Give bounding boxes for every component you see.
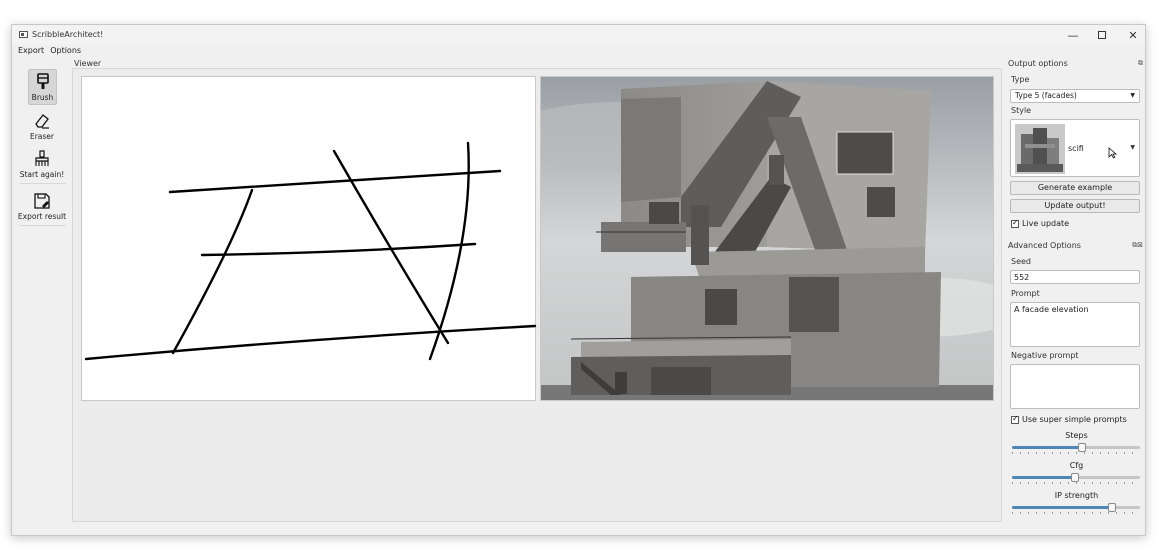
chevron-down-icon: ▼ xyxy=(1130,144,1135,151)
slider-fill xyxy=(1012,506,1112,509)
seed-input[interactable]: 552 xyxy=(1010,270,1140,284)
negative-prompt-textarea[interactable] xyxy=(1010,364,1140,409)
title-bar: ScribbleArchitect! — ✕ xyxy=(12,25,1145,45)
mouse-cursor-icon xyxy=(1108,147,1118,159)
menu-bar: Export Options xyxy=(12,45,1145,57)
generated-output-image xyxy=(540,76,994,401)
steps-label: Steps xyxy=(1065,431,1088,440)
slider-fill xyxy=(1012,476,1075,479)
brush-icon xyxy=(36,73,49,89)
type-select[interactable]: Type 5 (facades) ▼ xyxy=(1010,89,1140,103)
style-label: Style xyxy=(1011,106,1032,115)
stroke-top-horizontal xyxy=(168,169,502,194)
slider-handle[interactable] xyxy=(1070,473,1079,482)
brush-label: Brush xyxy=(31,93,54,102)
menu-options[interactable]: Options xyxy=(50,45,81,57)
toolbar-divider xyxy=(20,225,66,226)
prompt-label: Prompt xyxy=(1011,289,1040,298)
ip-strength-label: IP strength xyxy=(1054,491,1099,500)
drawing-canvas[interactable] xyxy=(81,76,537,401)
simple-prompts-toggle[interactable]: Use super simple prompts xyxy=(1011,414,1127,424)
type-label: Type xyxy=(1011,75,1030,84)
generate-example-button[interactable]: Generate example xyxy=(1010,181,1140,195)
menu-export[interactable]: Export xyxy=(18,45,44,57)
eraser-tool-button[interactable]: Eraser xyxy=(16,109,68,145)
broom-icon xyxy=(35,150,49,166)
export-result-button[interactable]: Export result xyxy=(16,189,68,225)
save-export-icon xyxy=(34,193,50,209)
type-select-value: Type 5 (facades) xyxy=(1015,91,1077,100)
start-again-button[interactable]: Start again! xyxy=(16,147,68,183)
window-title: ScribbleArchitect! xyxy=(32,30,104,39)
facade-render xyxy=(541,77,993,400)
seed-label: Seed xyxy=(1011,257,1031,266)
slider-ticks xyxy=(1012,452,1140,454)
close-button[interactable]: ✕ xyxy=(1116,25,1150,45)
ip-strength-slider[interactable] xyxy=(1012,503,1140,514)
export-result-label: Export result xyxy=(17,212,67,221)
toolbar-divider xyxy=(20,183,66,184)
style-select-value: scifi xyxy=(1068,144,1084,153)
stroke-left-diagonal xyxy=(171,188,254,355)
negative-prompt-label: Negative prompt xyxy=(1011,351,1079,360)
live-update-label: Live update xyxy=(1022,219,1070,228)
cfg-slider[interactable] xyxy=(1012,473,1140,484)
style-select[interactable]: scifi ▼ xyxy=(1010,119,1140,177)
options-dock: Output options ⧉ Type Type 5 (facades) ▼… xyxy=(1008,57,1145,535)
simple-prompts-checkbox[interactable] xyxy=(1011,414,1019,424)
simple-prompts-label: Use super simple prompts xyxy=(1022,415,1127,424)
maximize-icon xyxy=(1098,31,1106,39)
slider-handle[interactable] xyxy=(1107,503,1116,512)
dock-float-icon[interactable]: ⧉ xyxy=(1138,59,1143,68)
tool-bar: Brush Eraser Start again! Export result xyxy=(16,66,68,230)
cfg-label: Cfg xyxy=(1069,461,1084,470)
app-window: ScribbleArchitect! — ✕ Export Options Br… xyxy=(11,24,1146,536)
live-update-toggle[interactable]: Live update xyxy=(1011,218,1070,228)
maximize-button[interactable] xyxy=(1085,25,1119,45)
chevron-down-icon: ▼ xyxy=(1130,92,1135,99)
advanced-options-title: Advanced Options xyxy=(1008,241,1081,250)
slider-ticks xyxy=(1012,482,1140,484)
eraser-label: Eraser xyxy=(29,132,55,141)
style-thumbnail xyxy=(1015,124,1065,174)
scribble-strokes xyxy=(84,141,537,361)
output-options-title: Output options xyxy=(1008,59,1068,68)
brush-tool-button[interactable]: Brush xyxy=(28,69,57,105)
start-again-label: Start again! xyxy=(19,170,65,179)
update-output-button[interactable]: Update output! xyxy=(1010,199,1140,213)
slider-handle[interactable] xyxy=(1078,443,1087,452)
slider-fill xyxy=(1012,446,1083,449)
eraser-icon xyxy=(35,114,49,129)
stroke-middle-horizontal xyxy=(200,242,477,257)
prompt-textarea[interactable]: A facade elevation xyxy=(1010,302,1140,347)
dock-float-close-icon[interactable]: ⧉⊠ xyxy=(1132,241,1143,250)
stroke-bottom-horizontal xyxy=(84,324,537,361)
live-update-checkbox[interactable] xyxy=(1011,218,1019,228)
app-icon xyxy=(19,31,28,38)
slider-ticks xyxy=(1012,512,1140,514)
viewer-label: Viewer xyxy=(74,59,102,68)
steps-slider[interactable] xyxy=(1012,443,1140,454)
